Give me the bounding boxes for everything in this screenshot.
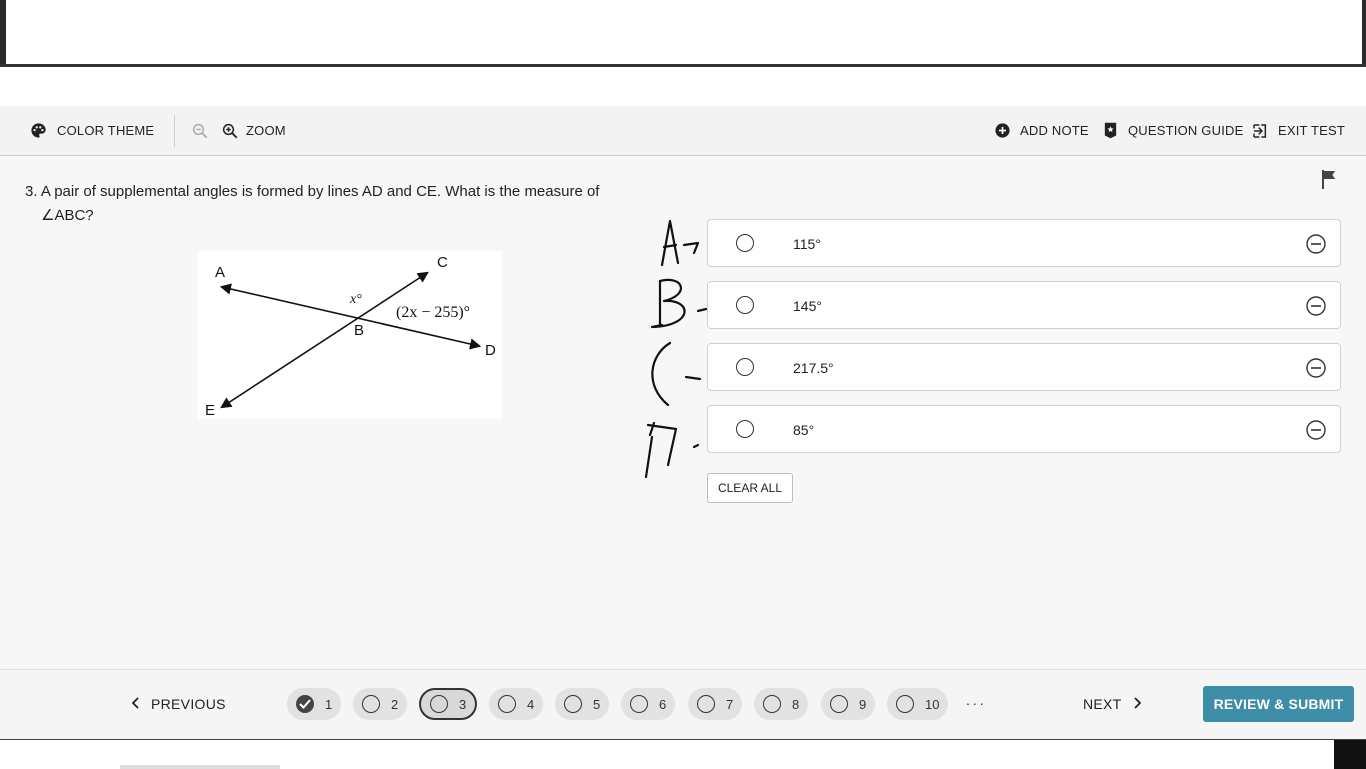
answer-choice-d[interactable]: 85°	[707, 405, 1341, 453]
answer-choice-a[interactable]: 115°	[707, 219, 1341, 267]
guide-icon	[1103, 122, 1118, 139]
angle-diagram: A C B D E x° (2x − 255)°	[198, 251, 502, 419]
question-number-label: 7	[726, 696, 734, 712]
question-nav-2[interactable]: 2	[353, 688, 407, 720]
unanswered-circle-icon	[697, 695, 715, 713]
question-nav-10[interactable]: 10	[887, 688, 948, 720]
clear-all-button[interactable]: CLEAR ALL	[707, 473, 793, 503]
review-submit-button[interactable]: REVIEW & SUBMIT	[1203, 686, 1354, 722]
answer-choice-c[interactable]: 217.5°	[707, 343, 1341, 391]
question-number: 3.	[25, 183, 38, 200]
radio-button[interactable]	[736, 296, 754, 314]
zoom-in-button[interactable]: ZOOM	[221, 106, 286, 155]
radio-button[interactable]	[736, 234, 754, 252]
question-nav-3[interactable]: 3	[419, 688, 477, 720]
zoom-out-button[interactable]	[191, 106, 209, 155]
eliminate-choice-icon[interactable]	[1306, 296, 1326, 321]
question-nav-8[interactable]: 8	[754, 688, 808, 720]
window-corner	[1334, 740, 1366, 769]
question-text: A pair of supplemental angles is formed …	[40, 183, 600, 200]
exit-test-button[interactable]: EXIT TEST	[1252, 106, 1345, 155]
question-line-1: 3. A pair of supplemental angles is form…	[25, 180, 675, 204]
choice-label: 85°	[793, 422, 815, 438]
choice-label: 145°	[793, 298, 822, 314]
exit-icon	[1252, 123, 1268, 139]
test-toolbar: COLOR THEME ZOOM ADD NOTE QUESTION GUIDE…	[0, 106, 1366, 156]
flag-button[interactable]	[1320, 169, 1338, 194]
eliminate-choice-icon[interactable]	[1306, 234, 1326, 259]
question-guide-label: QUESTION GUIDE	[1128, 123, 1244, 138]
radio-button[interactable]	[736, 420, 754, 438]
question-number-label: 10	[925, 696, 940, 712]
unanswered-circle-icon	[564, 695, 582, 713]
chevron-left-icon	[131, 696, 140, 712]
question-nav-4[interactable]: 4	[489, 688, 543, 720]
label-d: D	[485, 342, 496, 359]
question-line-2: ∠ABC?	[41, 207, 94, 224]
frame-left-edge	[0, 0, 6, 66]
frame-bottom-edge	[0, 64, 1366, 67]
choice-label: 115°	[793, 236, 821, 252]
unanswered-circle-icon	[498, 695, 516, 713]
question-guide-button[interactable]: QUESTION GUIDE	[1103, 106, 1243, 155]
question-number-label: 4	[527, 696, 535, 712]
label-angle-expression: (2x − 255)°	[396, 304, 470, 321]
question-nav-7[interactable]: 7	[688, 688, 742, 720]
next-label: NEXT	[1083, 696, 1122, 712]
more-questions-ellipsis[interactable]: ...	[966, 692, 987, 708]
question-number-label: 5	[593, 696, 601, 712]
unanswered-circle-icon	[896, 695, 914, 713]
eliminate-choice-icon[interactable]	[1306, 358, 1326, 383]
horizontal-scrollbar-thumb[interactable]	[120, 765, 280, 769]
browser-top-frame	[0, 0, 1366, 68]
header-spacer	[0, 68, 1366, 106]
handwritten-annotations	[640, 215, 710, 488]
question-number-label: 2	[391, 696, 399, 712]
previous-label: PREVIOUS	[151, 696, 226, 712]
unanswered-circle-icon	[630, 695, 648, 713]
color-theme-button[interactable]: COLOR THEME	[30, 106, 154, 155]
unanswered-circle-icon	[362, 695, 380, 713]
unanswered-circle-icon	[430, 695, 448, 713]
zoom-out-icon	[191, 122, 209, 140]
flag-icon	[1320, 170, 1338, 193]
zoom-label: ZOOM	[246, 123, 286, 138]
unanswered-circle-icon	[830, 695, 848, 713]
question-stem: 3. A pair of supplemental angles is form…	[25, 180, 675, 228]
line-ce	[220, 271, 429, 409]
answer-choice-b[interactable]: 145°	[707, 281, 1341, 329]
previous-button[interactable]: PREVIOUS	[131, 680, 226, 728]
label-b: B	[354, 322, 364, 339]
frame-right-edge	[1362, 0, 1366, 66]
exit-test-label: EXIT TEST	[1278, 123, 1346, 138]
browser-bottom-bar	[0, 739, 1366, 769]
question-number-label: 8	[792, 696, 800, 712]
zoom-in-icon	[221, 122, 239, 140]
label-e: E	[205, 402, 215, 419]
question-nav-9[interactable]: 9	[821, 688, 875, 720]
label-c: C	[437, 254, 448, 271]
question-number-label: 9	[859, 696, 867, 712]
eliminate-choice-icon[interactable]	[1306, 420, 1326, 445]
radio-button[interactable]	[736, 358, 754, 376]
question-number-label: 6	[659, 696, 667, 712]
question-nav-6[interactable]: 6	[621, 688, 675, 720]
label-a: A	[215, 264, 225, 281]
add-note-label: ADD NOTE	[1020, 123, 1089, 138]
add-circle-icon	[994, 122, 1011, 139]
question-number-label: 3	[459, 696, 467, 712]
label-angle-x: x°	[349, 292, 362, 307]
palette-icon	[30, 122, 47, 139]
choice-label: 217.5°	[793, 360, 834, 376]
question-number-label: 1	[325, 696, 333, 712]
chevron-right-icon	[1133, 696, 1141, 712]
checkmark-icon	[296, 695, 314, 713]
add-note-button[interactable]: ADD NOTE	[994, 106, 1089, 155]
next-button[interactable]: NEXT	[1083, 680, 1141, 728]
question-nav-5[interactable]: 5	[555, 688, 609, 720]
color-theme-label: COLOR THEME	[57, 123, 155, 138]
toolbar-divider	[174, 115, 175, 147]
question-nav-1[interactable]: 1	[287, 688, 341, 720]
unanswered-circle-icon	[763, 695, 781, 713]
